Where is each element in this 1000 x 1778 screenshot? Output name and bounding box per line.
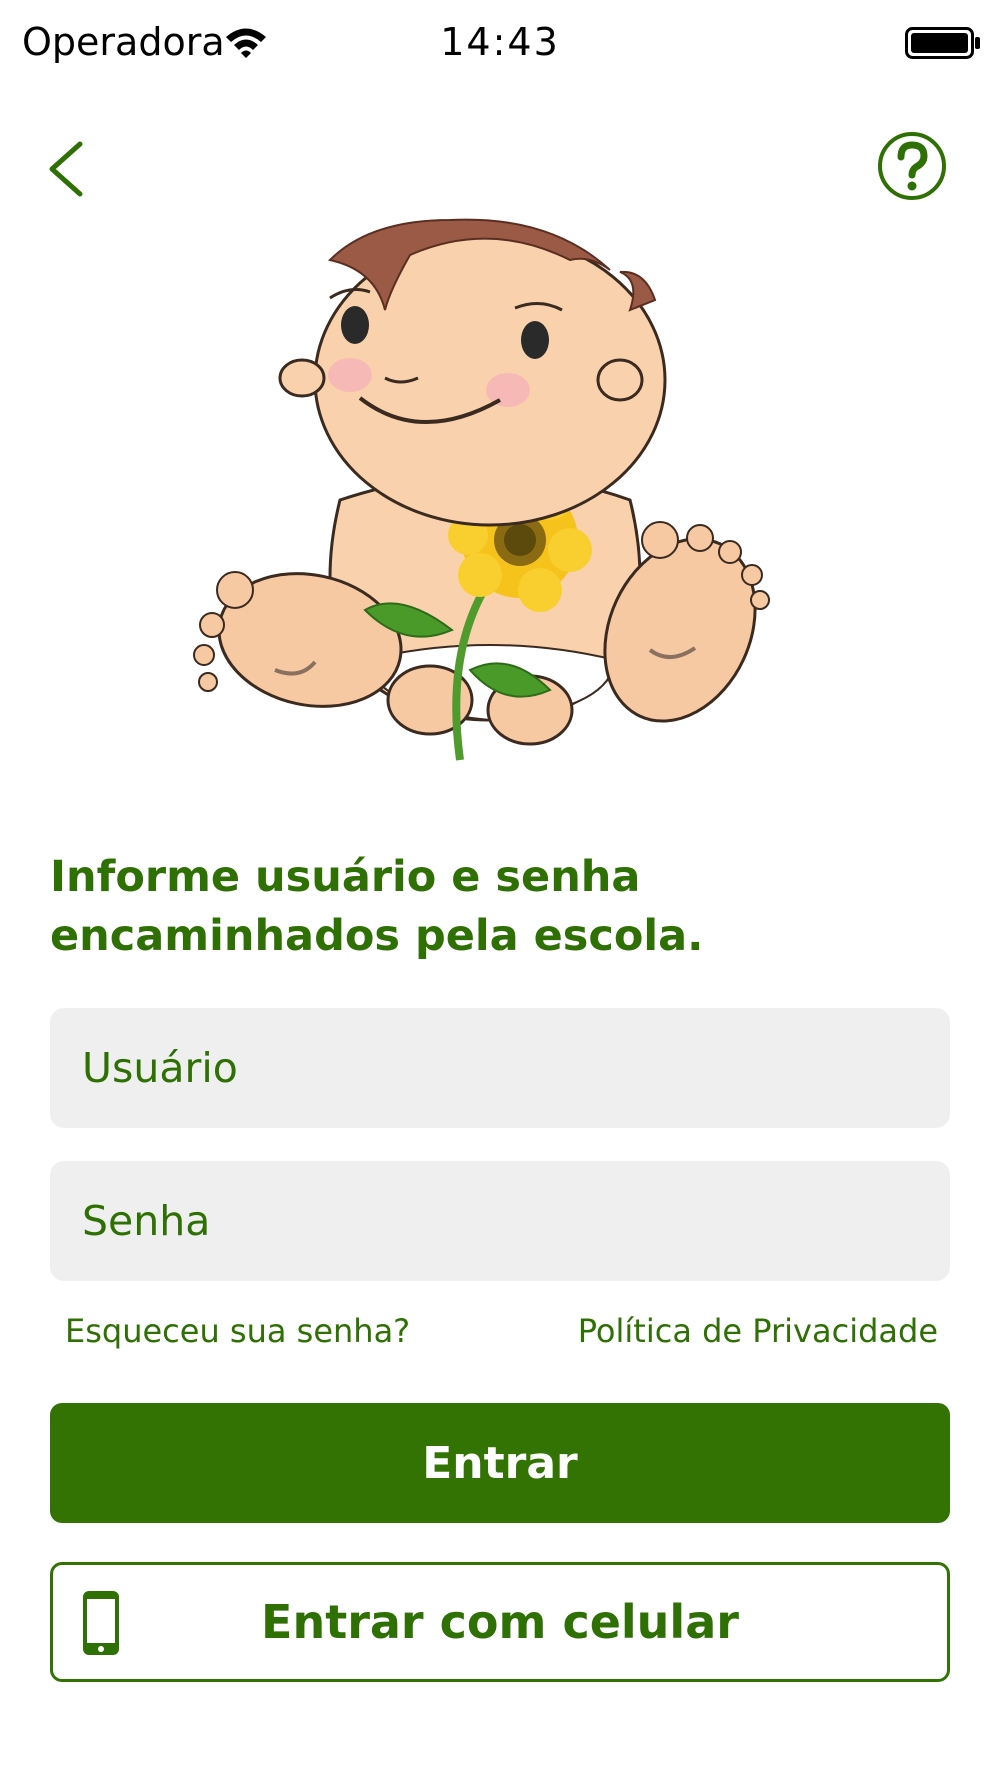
back-button[interactable] [36,134,96,204]
login-with-phone-label: Entrar com celular [261,1595,739,1649]
privacy-policy-link[interactable]: Política de Privacidade [578,1312,938,1350]
help-button[interactable] [876,130,948,202]
battery-icon [905,27,981,63]
username-field[interactable] [50,1008,950,1128]
mobile-phone-icon [81,1589,121,1668]
baby-sunflower-illustration [190,200,800,780]
chevron-left-icon [49,141,83,197]
status-bar: Operadora 14:43 [0,0,1000,90]
question-circle-icon [878,132,946,200]
login-button[interactable]: Entrar [50,1403,950,1523]
login-instruction: Informe usuário e senha encaminhados pel… [50,852,704,961]
login-with-phone-button[interactable]: Entrar com celular [50,1562,950,1682]
login-button-label: Entrar [422,1437,578,1489]
forgot-password-link[interactable]: Esqueceu sua senha? [65,1312,410,1350]
password-field[interactable] [50,1161,950,1281]
status-time: 14:43 [440,20,560,64]
